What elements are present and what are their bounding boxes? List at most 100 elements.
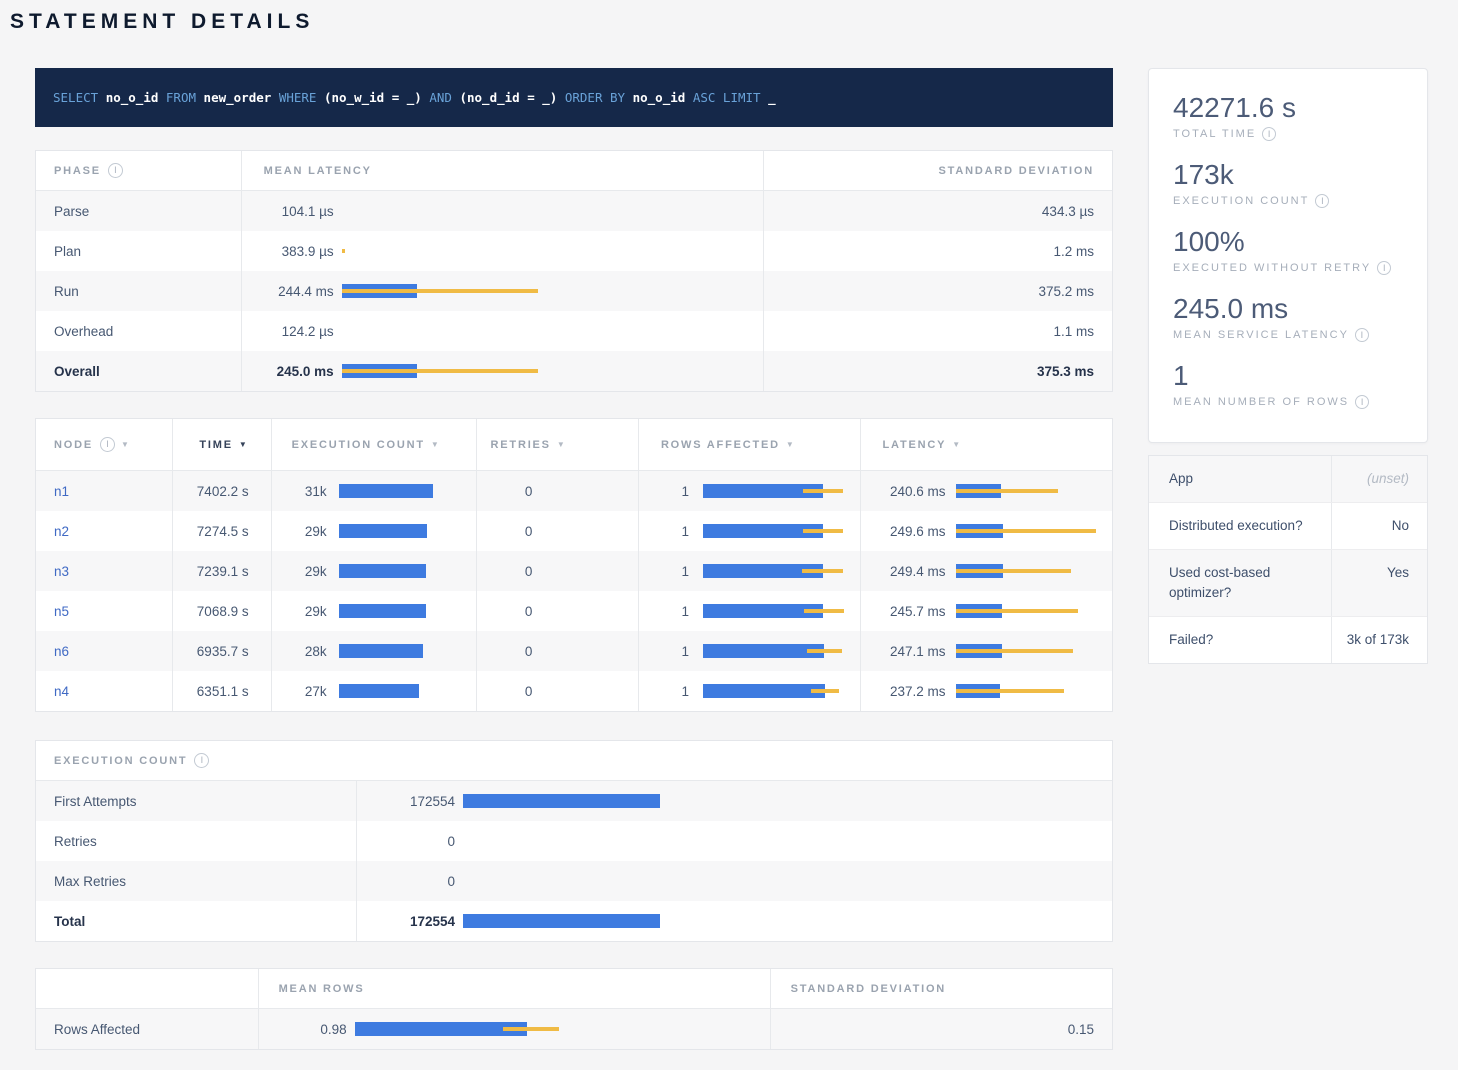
exec-row-total: Total 172554	[36, 901, 1112, 941]
time-column-header[interactable]: TIME▼	[172, 419, 271, 470]
stat-mean-service-latency: 245.0 ms MEAN SERVICE LATENCYi	[1173, 292, 1403, 342]
stat-label: TOTAL TIMEi	[1173, 127, 1403, 141]
statement-attributes-panel: App (unset) Distributed execution? No Us…	[1148, 455, 1428, 664]
mean-latency-value: 244.4 ms	[264, 284, 334, 299]
info-icon[interactable]: i	[1377, 261, 1391, 275]
rows-affected-value: 1	[651, 524, 689, 539]
exec-row-label: First Attempts	[36, 781, 356, 821]
info-icon[interactable]: i	[1315, 194, 1329, 208]
exec-count-value: 0	[365, 874, 455, 889]
time-value: 6351.1 s	[172, 671, 271, 711]
node-link[interactable]: n2	[54, 524, 69, 539]
node-link[interactable]: n3	[54, 564, 69, 579]
attribute-row-app: App (unset)	[1149, 456, 1427, 503]
node-link[interactable]: n4	[54, 684, 69, 699]
attribute-row-cost-based-optimizer: Used cost-based optimizer? Yes	[1149, 550, 1427, 617]
sql-token: ASC LIMIT	[693, 90, 761, 105]
latency-value: 237.2 ms	[873, 684, 946, 699]
stat-total-time: 42271.6 s TOTAL TIMEi	[1173, 91, 1403, 141]
rows-affected-value: 1	[651, 564, 689, 579]
stat-value: 100%	[1173, 225, 1403, 259]
execution-count-value: 29k	[284, 604, 327, 619]
execution-count-table: EXECUTION COUNTi First Attempts 172554 R…	[35, 740, 1113, 942]
stat-execution-count: 173k EXECUTION COUNTi	[1173, 158, 1403, 208]
retries-value: 0	[476, 671, 638, 711]
execution-count-column-header[interactable]: EXECUTION COUNT▼	[271, 419, 477, 470]
phase-row-run: Run 244.4 ms 375.2 ms	[36, 271, 1112, 311]
sort-down-icon[interactable]: ▼	[786, 440, 796, 449]
node-row: n2 7274.5 s 29k 0 1 249.6 ms	[36, 511, 1112, 551]
attribute-value: Yes	[1331, 550, 1427, 616]
sql-token: _	[768, 90, 776, 105]
rows-affected-column-header[interactable]: ROWS AFFECTED▼	[638, 419, 860, 470]
phase-label: Parse	[36, 191, 241, 231]
stat-executed-without-retry: 100% EXECUTED WITHOUT RETRYi	[1173, 225, 1403, 275]
stat-label: EXECUTION COUNTi	[1173, 194, 1403, 208]
info-icon[interactable]: i	[108, 163, 123, 178]
stat-value: 1	[1173, 359, 1403, 393]
retries-value: 0	[476, 631, 638, 671]
sql-token: (no_d_id = _)	[459, 90, 557, 105]
standard-deviation-column-header: STANDARD DEVIATION	[763, 151, 1112, 190]
latency-value: 240.6 ms	[873, 484, 946, 499]
sort-down-icon[interactable]: ▼	[557, 440, 567, 449]
attribute-row-distributed-execution: Distributed execution? No	[1149, 503, 1427, 550]
attribute-value: (unset)	[1331, 456, 1427, 502]
latency-column-header[interactable]: LATENCY▼	[860, 419, 1113, 470]
info-icon[interactable]: i	[1355, 395, 1369, 409]
info-icon[interactable]: i	[100, 437, 115, 452]
exec-count-value: 172554	[365, 914, 455, 929]
latency-value: 247.1 ms	[873, 644, 946, 659]
node-link[interactable]: n6	[54, 644, 69, 659]
node-link[interactable]: n1	[54, 484, 69, 499]
attribute-value: No	[1331, 503, 1427, 549]
time-value: 7239.1 s	[172, 551, 271, 591]
node-row: n3 7239.1 s 29k 0 1 249.4 ms	[36, 551, 1112, 591]
attribute-label: App	[1149, 456, 1331, 502]
empty-header-cell	[36, 969, 258, 1008]
stat-label: MEAN NUMBER OF ROWSi	[1173, 395, 1403, 409]
mean-latency-value: 383.9 µs	[264, 244, 334, 259]
latency-value: 249.4 ms	[873, 564, 946, 579]
sql-token: FROM	[166, 90, 196, 105]
sort-down-icon[interactable]: ▼	[431, 440, 441, 449]
stddev-value: 1.2 ms	[763, 231, 1112, 271]
statement-details-page: STATEMENT DETAILS SELECT no_o_id FROM ne…	[0, 0, 1458, 1070]
node-row: n5 7068.9 s 29k 0 1 245.7 ms	[36, 591, 1112, 631]
node-link[interactable]: n5	[54, 604, 69, 619]
exec-row-max-retries: Max Retries 0	[36, 861, 1112, 901]
rows-affected-label: Rows Affected	[36, 1009, 258, 1049]
summary-stats-card: 42271.6 s TOTAL TIMEi 173k EXECUTION COU…	[1148, 68, 1428, 443]
rows-affected-value: 1	[651, 484, 689, 499]
stddev-value: 434.3 µs	[763, 191, 1112, 231]
phase-row-overall: Overall 245.0 ms 375.3 ms	[36, 351, 1112, 391]
mean-latency-value: 124.2 µs	[264, 324, 334, 339]
mean-rows-column-header: MEAN ROWS	[258, 969, 770, 1008]
sql-token: ORDER BY	[565, 90, 625, 105]
retries-column-header[interactable]: RETRIES▼	[476, 419, 638, 470]
stat-value: 42271.6 s	[1173, 91, 1403, 125]
stat-label: EXECUTED WITHOUT RETRYi	[1173, 261, 1403, 275]
time-value: 7402.2 s	[172, 471, 271, 511]
retries-value: 0	[476, 591, 638, 631]
node-row: n6 6935.7 s 28k 0 1 247.1 ms	[36, 631, 1112, 671]
sort-down-icon[interactable]: ▼	[239, 440, 249, 449]
sort-down-icon[interactable]: ▼	[121, 440, 131, 449]
sql-token: (no_w_id = _)	[324, 90, 422, 105]
attribute-value: 3k of 173k	[1331, 617, 1427, 663]
info-icon[interactable]: i	[1262, 127, 1276, 141]
info-icon[interactable]: i	[1355, 328, 1369, 342]
info-icon[interactable]: i	[194, 753, 209, 768]
execution-count-section-header: EXECUTION COUNTi	[36, 741, 356, 780]
standard-deviation-column-header: STANDARD DEVIATION	[770, 969, 1112, 1008]
node-column-header[interactable]: NODEi▼	[36, 419, 172, 470]
phase-latency-table: PHASEi MEAN LATENCY STANDARD DEVIATION P…	[35, 150, 1113, 392]
phase-label: Overall	[36, 351, 241, 391]
exec-row-label: Max Retries	[36, 861, 356, 901]
stddev-value: 1.1 ms	[763, 311, 1112, 351]
phase-label: Overhead	[36, 311, 241, 351]
time-value: 7274.5 s	[172, 511, 271, 551]
attribute-label: Failed?	[1149, 617, 1331, 663]
sort-down-icon[interactable]: ▼	[952, 440, 962, 449]
retries-value: 0	[476, 471, 638, 511]
